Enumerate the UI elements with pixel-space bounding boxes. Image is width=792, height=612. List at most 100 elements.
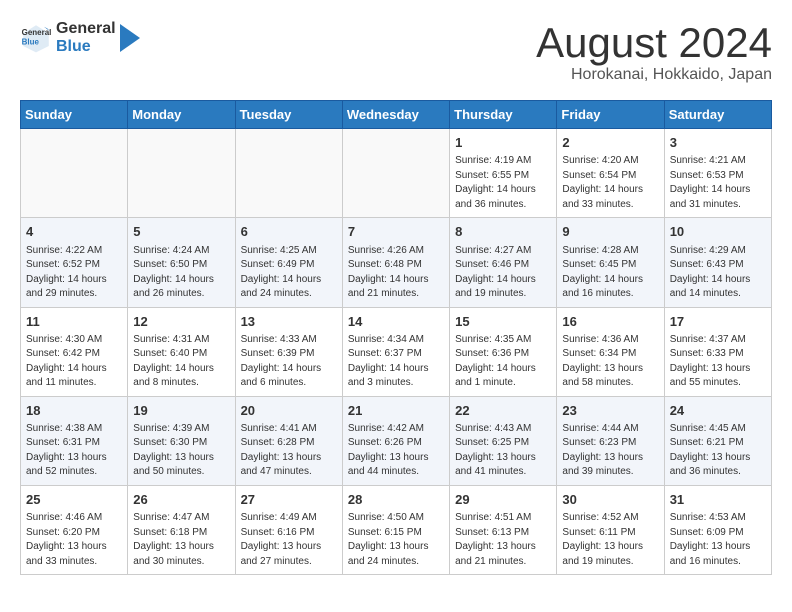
calendar-cell: 31Sunrise: 4:53 AM Sunset: 6:09 PM Dayli… <box>664 485 771 574</box>
calendar-cell: 8 Sunrise: 4:27 AM Sunset: 6:46 PM Daylig… <box>450 218 557 307</box>
day-number: 24 <box>670 402 766 420</box>
day-header-monday: Monday <box>128 101 235 129</box>
day-info: Sunrise: 4:36 AM Sunset: 6:34 PM Dayligh… <box>562 333 658 391</box>
day-info: Sunrise: 4:20 AM Sunset: 6:54 PM Dayligh… <box>562 154 658 212</box>
day-info: Sunrise: 4:35 AM Sunset: 6:36 PM Dayligh… <box>455 333 551 391</box>
calendar-cell: 2Sunrise: 4:20 AM Sunset: 6:54 PM Daylig… <box>557 129 664 218</box>
day-info: Sunrise: 4:43 AM Sunset: 6:25 PM Dayligh… <box>455 422 551 480</box>
day-number: 9 <box>562 223 658 241</box>
calendar-header-row: SundayMondayTuesdayWednesdayThursdayFrid… <box>21 101 772 129</box>
calendar-cell: 18 Sunrise: 4:38 AM Sunset: 6:31 PM Dayli… <box>21 396 128 485</box>
day-number: 27 <box>241 491 337 509</box>
title-block: August 2024 Horokanai, Hokkaido, Japan <box>536 20 772 84</box>
day-info: Sunrise: 4:44 AM Sunset: 6:23 PM Dayligh… <box>562 422 658 480</box>
day-number: 10 <box>670 223 766 241</box>
calendar-cell: 14Sunrise: 4:34 AM Sunset: 6:37 PM Dayli… <box>342 307 449 396</box>
day-header-tuesday: Tuesday <box>235 101 342 129</box>
calendar-cell: 4Sunrise: 4:22 AM Sunset: 6:52 PM Daylig… <box>21 218 128 307</box>
calendar-cell: 19 Sunrise: 4:39 AM Sunset: 6:30 PM Dayli… <box>128 396 235 485</box>
svg-text:Blue: Blue <box>22 37 40 46</box>
day-info: Sunrise: 4:27 AM Sunset: 6:46 PM Dayligh… <box>455 244 551 302</box>
calendar-cell: 27 Sunrise: 4:49 AM Sunset: 6:16 PM Dayli… <box>235 485 342 574</box>
day-info: Sunrise: 4:42 AM Sunset: 6:26 PM Dayligh… <box>348 422 444 480</box>
day-info: Sunrise: 4:29 AM Sunset: 6:43 PM Dayligh… <box>670 244 766 302</box>
day-number: 18 <box>26 402 122 420</box>
day-number: 23 <box>562 402 658 420</box>
day-info: Sunrise: 4:38 AM Sunset: 6:31 PM Dayligh… <box>26 422 122 480</box>
day-info: Sunrise: 4:47 AM Sunset: 6:18 PM Dayligh… <box>133 511 229 569</box>
day-number: 22 <box>455 402 551 420</box>
calendar-cell <box>235 129 342 218</box>
day-info: Sunrise: 4:33 AM Sunset: 6:39 PM Dayligh… <box>241 333 337 391</box>
calendar-cell: 12 Sunrise: 4:31 AM Sunset: 6:40 PM Dayli… <box>128 307 235 396</box>
calendar-title: August 2024 <box>536 20 772 66</box>
day-info: Sunrise: 4:51 AM Sunset: 6:13 PM Dayligh… <box>455 511 551 569</box>
page-header: General Blue General Blue August 2024 Ho… <box>20 20 772 84</box>
calendar-cell: 7 Sunrise: 4:26 AM Sunset: 6:48 PM Daylig… <box>342 218 449 307</box>
day-number: 6 <box>241 223 337 241</box>
day-info: Sunrise: 4:53 AM Sunset: 6:09 PM Dayligh… <box>670 511 766 569</box>
calendar-cell <box>128 129 235 218</box>
calendar-table: SundayMondayTuesdayWednesdayThursdayFrid… <box>20 100 772 575</box>
day-info: Sunrise: 4:31 AM Sunset: 6:40 PM Dayligh… <box>133 333 229 391</box>
day-info: Sunrise: 4:22 AM Sunset: 6:52 PM Dayligh… <box>26 244 122 302</box>
day-header-saturday: Saturday <box>664 101 771 129</box>
day-number: 12 <box>133 313 229 331</box>
calendar-week-row: 18 Sunrise: 4:38 AM Sunset: 6:31 PM Dayli… <box>21 396 772 485</box>
day-number: 11 <box>26 313 122 331</box>
day-number: 29 <box>455 491 551 509</box>
calendar-cell: 30 Sunrise: 4:52 AM Sunset: 6:11 PM Dayli… <box>557 485 664 574</box>
day-info: Sunrise: 4:25 AM Sunset: 6:49 PM Dayligh… <box>241 244 337 302</box>
day-header-wednesday: Wednesday <box>342 101 449 129</box>
calendar-cell: 26 Sunrise: 4:47 AM Sunset: 6:18 PM Dayli… <box>128 485 235 574</box>
calendar-cell: 29 Sunrise: 4:51 AM Sunset: 6:13 PM Dayli… <box>450 485 557 574</box>
day-number: 19 <box>133 402 229 420</box>
day-number: 20 <box>241 402 337 420</box>
calendar-cell: 3Sunrise: 4:21 AM Sunset: 6:53 PM Daylig… <box>664 129 771 218</box>
day-number: 7 <box>348 223 444 241</box>
day-info: Sunrise: 4:49 AM Sunset: 6:16 PM Dayligh… <box>241 511 337 569</box>
svg-text:General: General <box>22 27 52 36</box>
logo-icon: General Blue <box>20 22 52 54</box>
calendar-cell: 1Sunrise: 4:19 AM Sunset: 6:55 PM Daylig… <box>450 129 557 218</box>
calendar-cell: 5Sunrise: 4:24 AM Sunset: 6:50 PM Daylig… <box>128 218 235 307</box>
calendar-cell: 11 Sunrise: 4:30 AM Sunset: 6:42 PM Dayli… <box>21 307 128 396</box>
calendar-cell: 21 Sunrise: 4:42 AM Sunset: 6:26 PM Dayli… <box>342 396 449 485</box>
day-header-friday: Friday <box>557 101 664 129</box>
logo-arrow-icon <box>120 24 140 52</box>
day-info: Sunrise: 4:26 AM Sunset: 6:48 PM Dayligh… <box>348 244 444 302</box>
logo-blue-text: Blue <box>56 38 116 56</box>
day-number: 28 <box>348 491 444 509</box>
day-info: Sunrise: 4:30 AM Sunset: 6:42 PM Dayligh… <box>26 333 122 391</box>
calendar-cell: 23 Sunrise: 4:44 AM Sunset: 6:23 PM Dayli… <box>557 396 664 485</box>
calendar-week-row: 1Sunrise: 4:19 AM Sunset: 6:55 PM Daylig… <box>21 129 772 218</box>
calendar-cell <box>21 129 128 218</box>
calendar-cell <box>342 129 449 218</box>
calendar-cell: 6 Sunrise: 4:25 AM Sunset: 6:49 PM Daylig… <box>235 218 342 307</box>
calendar-cell: 16 Sunrise: 4:36 AM Sunset: 6:34 PM Dayli… <box>557 307 664 396</box>
day-number: 15 <box>455 313 551 331</box>
calendar-cell: 10 Sunrise: 4:29 AM Sunset: 6:43 PM Dayli… <box>664 218 771 307</box>
calendar-cell: 9 Sunrise: 4:28 AM Sunset: 6:45 PM Daylig… <box>557 218 664 307</box>
day-info: Sunrise: 4:41 AM Sunset: 6:28 PM Dayligh… <box>241 422 337 480</box>
calendar-week-row: 4Sunrise: 4:22 AM Sunset: 6:52 PM Daylig… <box>21 218 772 307</box>
day-number: 26 <box>133 491 229 509</box>
calendar-cell: 22 Sunrise: 4:43 AM Sunset: 6:25 PM Dayli… <box>450 396 557 485</box>
day-info: Sunrise: 4:24 AM Sunset: 6:50 PM Dayligh… <box>133 244 229 302</box>
calendar-cell: 15 Sunrise: 4:35 AM Sunset: 6:36 PM Dayli… <box>450 307 557 396</box>
day-number: 16 <box>562 313 658 331</box>
day-info: Sunrise: 4:39 AM Sunset: 6:30 PM Dayligh… <box>133 422 229 480</box>
day-number: 21 <box>348 402 444 420</box>
day-number: 30 <box>562 491 658 509</box>
day-info: Sunrise: 4:52 AM Sunset: 6:11 PM Dayligh… <box>562 511 658 569</box>
day-info: Sunrise: 4:46 AM Sunset: 6:20 PM Dayligh… <box>26 511 122 569</box>
calendar-subtitle: Horokanai, Hokkaido, Japan <box>536 66 772 84</box>
day-info: Sunrise: 4:37 AM Sunset: 6:33 PM Dayligh… <box>670 333 766 391</box>
calendar-cell: 24Sunrise: 4:45 AM Sunset: 6:21 PM Dayli… <box>664 396 771 485</box>
day-info: Sunrise: 4:21 AM Sunset: 6:53 PM Dayligh… <box>670 154 766 212</box>
day-header-sunday: Sunday <box>21 101 128 129</box>
day-number: 8 <box>455 223 551 241</box>
day-info: Sunrise: 4:28 AM Sunset: 6:45 PM Dayligh… <box>562 244 658 302</box>
calendar-week-row: 11 Sunrise: 4:30 AM Sunset: 6:42 PM Dayli… <box>21 307 772 396</box>
day-info: Sunrise: 4:34 AM Sunset: 6:37 PM Dayligh… <box>348 333 444 391</box>
